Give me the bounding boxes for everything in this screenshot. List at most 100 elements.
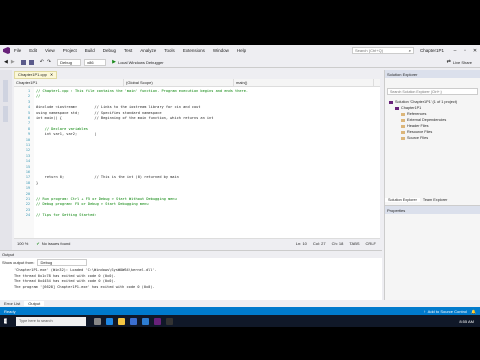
code-line[interactable]: // Declare variables [36, 127, 88, 132]
code-line[interactable]: int main() { // Beginning of the main fu… [36, 116, 213, 121]
tab-solution-explorer[interactable]: Solution Explorer [385, 198, 420, 202]
tab-team-explorer[interactable]: Team Explorer [420, 198, 450, 202]
output-line: The thread 0x4454 has exited with code 0… [14, 279, 116, 283]
status-bar: Ready ↑ Add to Source Control 🔔 [0, 307, 480, 315]
menu-item-window[interactable]: Window [213, 48, 229, 53]
task-view-icon[interactable] [94, 317, 101, 325]
search-box[interactable]: Search (Ctrl+Q) ⌕ [351, 47, 414, 54]
folder-icon [401, 112, 405, 116]
menu-item-test[interactable]: Test [124, 48, 132, 53]
code-line[interactable]: int var1, var2; | [36, 132, 97, 137]
live-share-button[interactable]: ⇄ Live Share [447, 59, 472, 65]
minimize-button[interactable]: – [450, 48, 460, 54]
redo-icon[interactable]: ↷ [47, 59, 51, 65]
tree-item[interactable]: Source Files [401, 136, 428, 140]
debugger-label: Local Windows Debugger [117, 59, 164, 65]
menu-item-file[interactable]: File [14, 48, 21, 53]
editor-area: Chapter1P1.cpp ✕ Chapter1P1 (Global Scop… [14, 70, 380, 248]
menu-bar: File Edit View Project Build Debug Test Analyze… [14, 48, 254, 53]
platform-select[interactable]: x86 [84, 58, 107, 66]
show-output-label: Show output from: [2, 259, 35, 265]
menu-item-project[interactable]: Project [63, 48, 77, 53]
menu-item-analyze[interactable]: Analyze [140, 48, 156, 53]
menu-item-build[interactable]: Build [85, 48, 95, 53]
scope-value: (Global Scope) [126, 80, 153, 85]
tree-item[interactable]: Resource Files [401, 130, 432, 134]
store-icon[interactable] [130, 317, 137, 325]
forward-icon[interactable]: ▶ [11, 59, 15, 65]
code-line[interactable]: // Chapter1.cpp : This file contains the… [36, 89, 248, 94]
code-line[interactable]: } [36, 181, 38, 186]
project-dropdown[interactable]: Chapter1P1 [14, 79, 124, 86]
column-position: Col: 27 [312, 241, 326, 246]
code-line[interactable]: // Tips for Getting Started: [36, 213, 97, 218]
line-number: 20 [25, 191, 30, 196]
code-line[interactable]: return 0; // This is the int (0) returne… [36, 175, 179, 180]
menu-item-extensions[interactable]: Extensions [183, 48, 205, 53]
line-number: 17 [25, 175, 30, 180]
terminal-icon[interactable] [166, 317, 173, 325]
output-source-select[interactable]: Debug [37, 258, 88, 266]
save-all-icon[interactable] [28, 59, 34, 65]
visual-studio-window: File Edit View Project Build Debug Test Analyze… [0, 45, 480, 315]
code-line[interactable]: using namespace std; // Specifies standa… [36, 111, 162, 116]
menu-item-help[interactable]: Help [237, 48, 246, 53]
code-line[interactable]: // Debug program: F5 or Debug > Start De… [36, 202, 149, 207]
tab-error-list[interactable]: Error List [0, 301, 24, 306]
scope-dropdown[interactable]: (Global Scope) [124, 79, 234, 86]
code-line[interactable]: // Run program: Ctrl + F5 or Debug > Sta… [36, 197, 177, 202]
toolbox-tab[interactable] [3, 106, 8, 122]
menu-item-tools[interactable]: Tools [164, 48, 175, 53]
taskbar-search-box[interactable]: Type here to search [16, 316, 86, 326]
folder-icon [401, 124, 405, 128]
menu-item-debug[interactable]: Debug [103, 48, 116, 53]
output-line: 'Chapter1P1.exe' (Win32): Loaded 'C:\Win… [14, 268, 157, 272]
tree-item-label: Header Files [407, 124, 429, 128]
windows-start-icon[interactable] [4, 318, 7, 324]
save-icon[interactable] [20, 59, 26, 65]
code-line[interactable]: #include <iostream> // Links to the iost… [36, 105, 200, 110]
line-number: 8 [27, 126, 30, 131]
tree-item[interactable]: External Dependencies [401, 118, 446, 122]
line-number: 5 [27, 110, 30, 115]
output-line: The program '[6628] Chapter1P1.exe' has … [14, 284, 155, 289]
close-button[interactable]: ✕ [470, 48, 480, 54]
line-number: 15 [25, 164, 30, 169]
live-share-label: Live Share [452, 59, 472, 65]
add-source-control-button[interactable]: Add to Source Control [428, 309, 467, 314]
server-explorer-tab[interactable] [3, 80, 8, 102]
tree-item[interactable]: Header Files [401, 124, 429, 128]
notification-icon[interactable]: 🔔 [471, 309, 476, 314]
visual-studio-icon[interactable] [154, 317, 161, 325]
menu-item-edit[interactable]: Edit [29, 48, 37, 53]
code-line[interactable]: // [36, 94, 40, 99]
close-icon[interactable]: ✕ [50, 72, 53, 77]
solution-search-placeholder: Search Solution Explorer (Ctrl+;) [390, 89, 442, 94]
output-title-bar: Output [0, 251, 382, 258]
tree-item[interactable]: Solution 'Chapter1P1' (1 of 1 project) [389, 100, 457, 104]
back-icon[interactable]: ◀ [4, 59, 8, 65]
vs-logo-icon [3, 47, 10, 54]
output-title: Output [2, 252, 15, 257]
edge-icon[interactable] [106, 317, 113, 325]
tab-output[interactable]: Output [24, 301, 45, 306]
tree-item[interactable]: References [401, 112, 426, 116]
config-select[interactable]: Debug [57, 58, 82, 66]
solution-explorer-title: Solution Explorer [387, 71, 418, 77]
file-explorer-icon[interactable] [118, 317, 125, 325]
start-debugger-button[interactable]: ▶ Local Windows Debugger [112, 59, 163, 65]
line-number: 1 [27, 89, 30, 93]
zoom-level[interactable]: 100 % [17, 241, 28, 246]
output-source-value: Debug [40, 259, 53, 265]
platform-value: x86 [87, 59, 94, 65]
tab-chapter1p1-cpp[interactable]: Chapter1P1.cpp ✕ [14, 70, 58, 79]
code-editor[interactable]: 1 // Chapter1.cpp : This file contains th… [14, 87, 380, 238]
mail-icon[interactable] [142, 317, 149, 325]
menu-item-view[interactable]: View [45, 48, 55, 53]
solution-search-input[interactable]: Search Solution Explorer (Ctrl+;) [387, 88, 478, 95]
maximize-button[interactable]: ▫ [460, 48, 470, 54]
tree-item[interactable]: Chapter1P1 [395, 106, 421, 110]
undo-icon[interactable]: ↶ [40, 59, 44, 65]
member-dropdown[interactable]: main() [234, 79, 374, 86]
taskbar-search-text: Type here to search [19, 319, 53, 323]
